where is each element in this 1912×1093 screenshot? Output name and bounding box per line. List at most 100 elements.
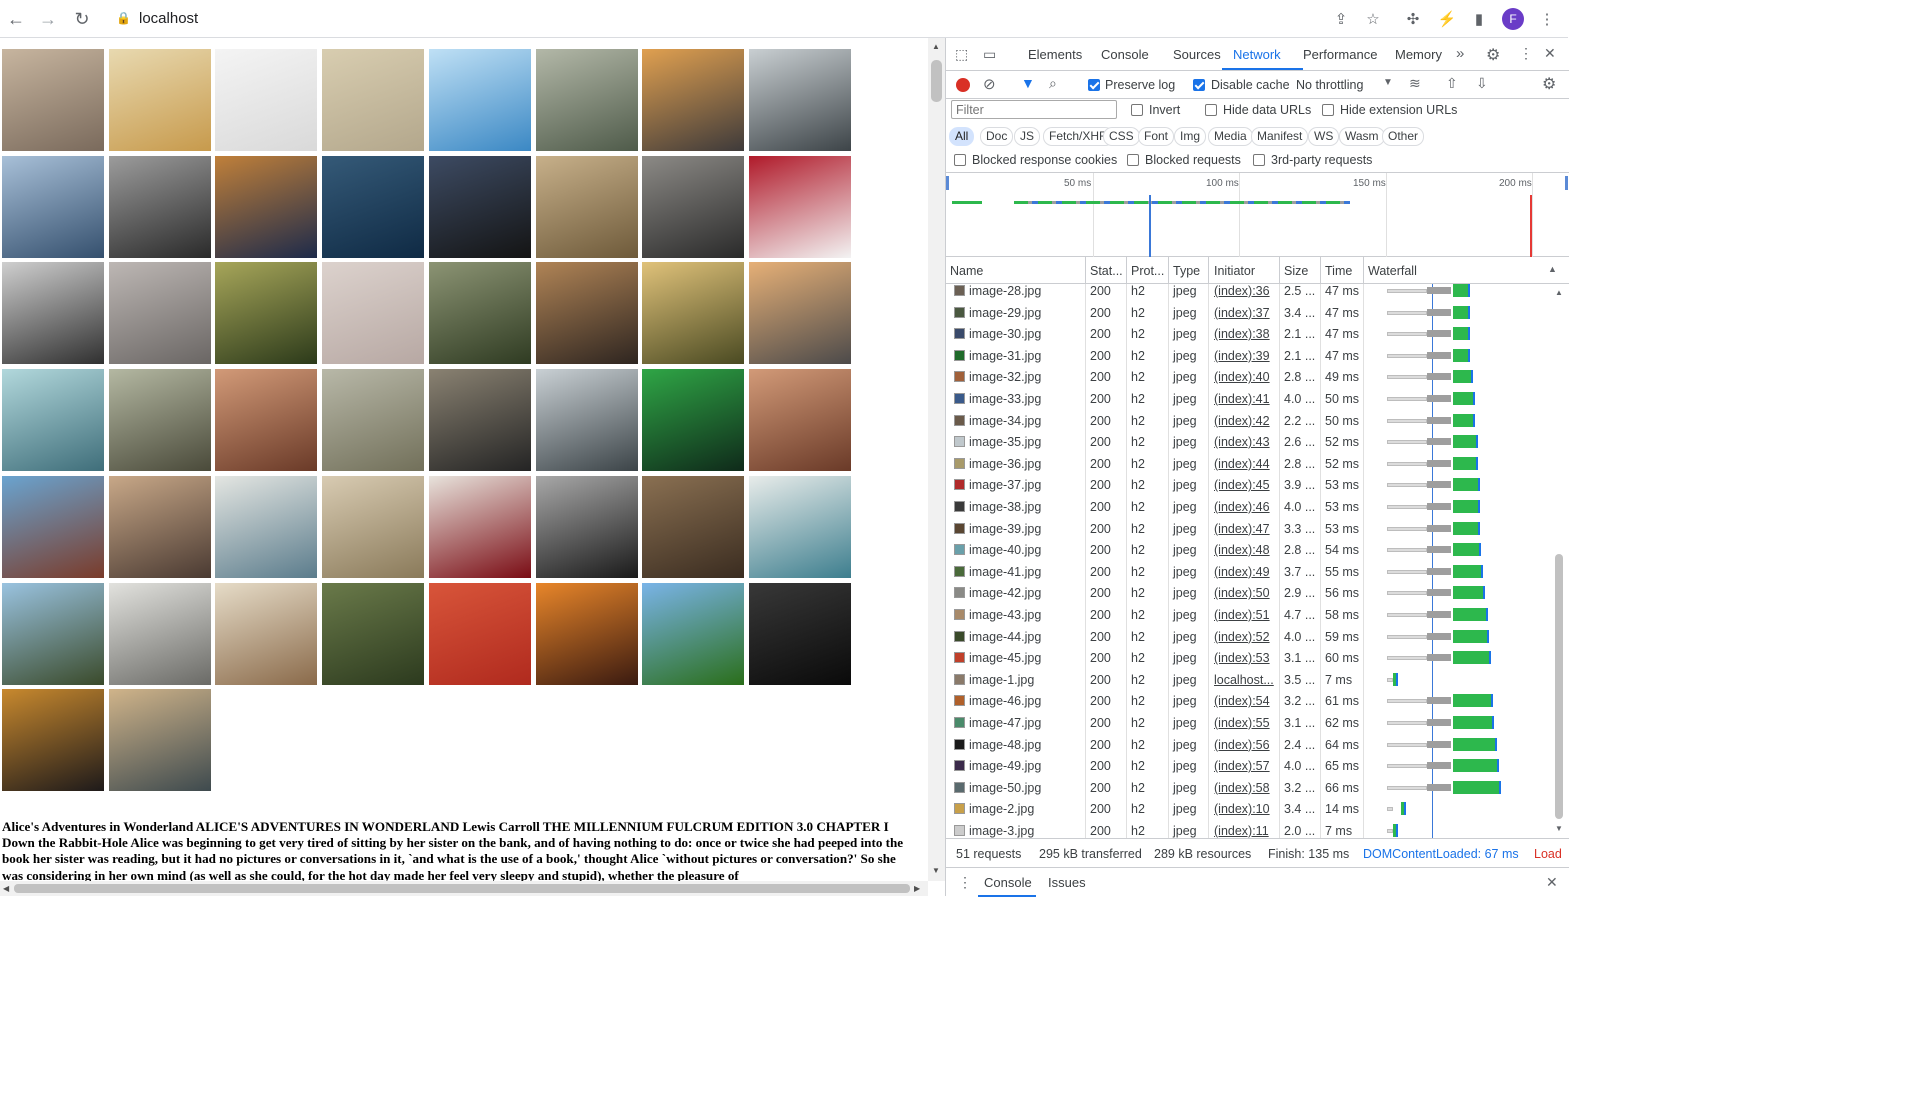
table-row[interactable]: image-36.jpg 200 h2 jpeg (index):44 2.8 ... 52… xyxy=(946,453,1551,475)
col-time[interactable]: Time xyxy=(1325,264,1352,278)
col-initiator[interactable]: Initiator xyxy=(1214,264,1255,278)
close-devtools-icon[interactable]: ✕ xyxy=(1544,45,1556,62)
scroll-up-icon[interactable]: ▲ xyxy=(932,42,940,51)
record-stop-icon[interactable] xyxy=(956,78,970,92)
side-panel-icon[interactable]: ▮ xyxy=(1468,8,1490,30)
more-tabs-icon[interactable]: » xyxy=(1456,45,1464,62)
cell-initiator[interactable]: (index):42 xyxy=(1214,414,1270,428)
cell-initiator[interactable]: (index):11 xyxy=(1214,824,1269,838)
disable-cache-checkbox[interactable] xyxy=(1193,79,1205,91)
col-name[interactable]: Name xyxy=(950,264,983,278)
cell-initiator[interactable]: (index):57 xyxy=(1214,759,1270,773)
network-conditions-icon[interactable]: ≋ xyxy=(1409,75,1421,92)
table-row[interactable]: image-47.jpg 200 h2 jpeg (index):55 3.1 ... 62… xyxy=(946,712,1551,734)
tab-console[interactable]: Console xyxy=(1101,47,1149,62)
clear-icon[interactable]: ⊘ xyxy=(983,75,996,93)
settings-gear-icon[interactable]: ⚙ xyxy=(1486,45,1500,65)
cell-initiator[interactable]: (index):45 xyxy=(1214,478,1270,492)
type-filter-manifest[interactable]: Manifest xyxy=(1251,127,1309,146)
hide-extension-urls-checkbox[interactable] xyxy=(1322,104,1334,116)
cell-initiator[interactable]: (index):41 xyxy=(1214,392,1270,406)
cell-initiator[interactable]: (index):46 xyxy=(1214,500,1270,514)
type-filter-ws[interactable]: WS xyxy=(1308,127,1340,146)
drawer-menu-icon[interactable]: ⋮ xyxy=(958,874,972,891)
table-scroll-down-icon[interactable]: ▼ xyxy=(1555,824,1563,833)
tab-network[interactable]: Network xyxy=(1233,47,1281,62)
table-row[interactable]: image-33.jpg 200 h2 jpeg (index):41 4.0 ... 50… xyxy=(946,388,1551,410)
table-row[interactable]: image-40.jpg 200 h2 jpeg (index):48 2.8 ... 54… xyxy=(946,539,1551,561)
throttling-select[interactable]: No throttling xyxy=(1296,78,1363,92)
cell-initiator[interactable]: (index):37 xyxy=(1214,306,1270,320)
import-har-icon[interactable]: ⇧ xyxy=(1446,75,1458,92)
table-row[interactable]: image-35.jpg 200 h2 jpeg (index):43 2.6 ... 52… xyxy=(946,431,1551,453)
table-row[interactable]: image-49.jpg 200 h2 jpeg (index):57 4.0 ... 65… xyxy=(946,755,1551,777)
table-row[interactable]: image-48.jpg 200 h2 jpeg (index):56 2.4 ... 64… xyxy=(946,734,1551,756)
invert-checkbox[interactable] xyxy=(1131,104,1143,116)
table-row[interactable]: image-2.jpg 200 h2 jpeg (index):10 3.4 ... 14 … xyxy=(946,798,1551,820)
table-row[interactable]: image-37.jpg 200 h2 jpeg (index):45 3.9 ... 53… xyxy=(946,474,1551,496)
share-icon[interactable]: ⇪ xyxy=(1330,8,1352,30)
type-filter-css[interactable]: CSS xyxy=(1103,127,1140,146)
network-overview[interactable]: 50 ms 100 ms 150 ms 200 ms xyxy=(946,172,1569,257)
close-drawer-icon[interactable]: ✕ xyxy=(1546,874,1558,891)
cell-initiator[interactable]: (index):10 xyxy=(1214,802,1270,816)
performance-extension-icon[interactable]: ⚡ xyxy=(1436,8,1458,30)
cell-initiator[interactable]: (index):50 xyxy=(1214,586,1270,600)
table-row[interactable]: image-31.jpg 200 h2 jpeg (index):39 2.1 ... 47… xyxy=(946,345,1551,367)
cell-initiator[interactable]: (index):53 xyxy=(1214,651,1270,665)
type-filter-doc[interactable]: Doc xyxy=(980,127,1014,146)
col-protocol[interactable]: Prot... xyxy=(1131,264,1164,278)
cell-initiator[interactable]: (index):51 xyxy=(1214,608,1270,622)
cell-initiator[interactable]: (index):43 xyxy=(1214,435,1270,449)
cell-initiator[interactable]: (index):38 xyxy=(1214,327,1270,341)
devtools-menu-icon[interactable]: ⋮ xyxy=(1519,45,1533,62)
preserve-log-checkbox[interactable] xyxy=(1088,79,1100,91)
tab-performance[interactable]: Performance xyxy=(1303,47,1377,62)
forward-icon[interactable]: → xyxy=(36,7,60,31)
overview-left-handle[interactable] xyxy=(946,176,949,190)
type-filter-other[interactable]: Other xyxy=(1382,127,1425,146)
overview-right-handle[interactable] xyxy=(1565,176,1568,190)
table-row[interactable]: image-28.jpg 200 h2 jpeg (index):36 2.5 ... 47… xyxy=(946,284,1551,302)
profile-avatar[interactable]: F xyxy=(1502,8,1524,30)
col-status[interactable]: Stat... xyxy=(1090,264,1123,278)
table-row[interactable]: image-1.jpg 200 h2 jpeg localhost... 3.5 ... 7… xyxy=(946,669,1551,691)
cell-initiator[interactable]: (index):56 xyxy=(1214,738,1270,752)
scroll-right-icon[interactable]: ▶ xyxy=(914,884,920,893)
request-table-scroll-thumb[interactable] xyxy=(1555,554,1563,819)
more-menu-icon[interactable]: ⋮ xyxy=(1536,8,1558,30)
cell-initiator[interactable]: (index):36 xyxy=(1214,284,1270,298)
cell-initiator[interactable]: (index):39 xyxy=(1214,349,1270,363)
cell-initiator[interactable]: localhost... xyxy=(1214,673,1274,687)
col-type[interactable]: Type xyxy=(1173,264,1200,278)
cell-initiator[interactable]: (index):48 xyxy=(1214,543,1270,557)
scroll-left-icon[interactable]: ◀ xyxy=(3,884,9,893)
table-row[interactable]: image-42.jpg 200 h2 jpeg (index):50 2.9 ... 56… xyxy=(946,582,1551,604)
drawer-tab-console[interactable]: Console xyxy=(984,875,1032,890)
table-row[interactable]: image-32.jpg 200 h2 jpeg (index):40 2.8 ... 49… xyxy=(946,366,1551,388)
type-filter-wasm[interactable]: Wasm xyxy=(1339,127,1385,146)
table-scroll-up-icon[interactable]: ▲ xyxy=(1555,288,1563,297)
search-icon[interactable]: ⌕ xyxy=(1049,75,1057,92)
drawer-tab-issues[interactable]: Issues xyxy=(1048,875,1086,890)
sort-ascending-icon[interactable]: ▲ xyxy=(1548,264,1557,274)
tab-memory[interactable]: Memory xyxy=(1395,47,1442,62)
cell-initiator[interactable]: (index):52 xyxy=(1214,630,1270,644)
table-row[interactable]: image-46.jpg 200 h2 jpeg (index):54 3.2 ... 61… xyxy=(946,690,1551,712)
cell-initiator[interactable]: (index):58 xyxy=(1214,781,1270,795)
cell-initiator[interactable]: (index):44 xyxy=(1214,457,1270,471)
third-party-checkbox[interactable] xyxy=(1253,154,1265,166)
blocked-cookies-checkbox[interactable] xyxy=(954,154,966,166)
col-size[interactable]: Size xyxy=(1284,264,1308,278)
cell-initiator[interactable]: (index):49 xyxy=(1214,565,1270,579)
export-har-icon[interactable]: ⇩ xyxy=(1476,75,1488,92)
col-waterfall[interactable]: Waterfall xyxy=(1368,264,1417,278)
table-row[interactable]: image-41.jpg 200 h2 jpeg (index):49 3.7 ... 55… xyxy=(946,561,1551,583)
scroll-down-icon[interactable]: ▼ xyxy=(932,866,940,875)
cell-initiator[interactable]: (index):40 xyxy=(1214,370,1270,384)
table-row[interactable]: image-29.jpg 200 h2 jpeg (index):37 3.4 ... 47… xyxy=(946,302,1551,324)
bookmark-star-icon[interactable]: ☆ xyxy=(1362,8,1384,30)
type-filter-js[interactable]: JS xyxy=(1014,127,1041,146)
lock-icon[interactable]: 🔒 xyxy=(116,11,131,25)
table-row[interactable]: image-45.jpg 200 h2 jpeg (index):53 3.1 ... 60… xyxy=(946,647,1551,669)
